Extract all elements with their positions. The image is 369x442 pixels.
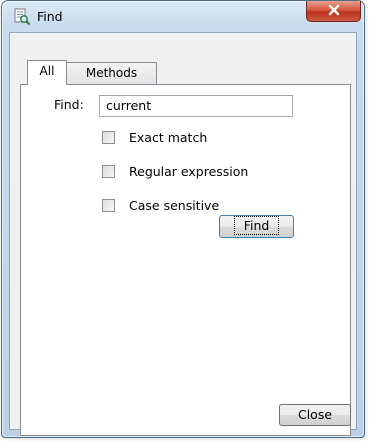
regular-expression-checkbox[interactable]: [102, 164, 115, 178]
tab-methods-label: Methods: [85, 66, 138, 80]
find-button-label: Find: [233, 216, 280, 235]
x-close-icon: [327, 4, 341, 19]
find-input-value: current: [106, 98, 152, 113]
exact-match-label: Exact match: [129, 129, 208, 145]
tab-all[interactable]: All: [27, 60, 67, 85]
close-button[interactable]: Close: [279, 404, 351, 426]
case-sensitive-checkbox[interactable]: [102, 198, 115, 212]
find-button[interactable]: Find: [219, 215, 294, 238]
exact-match-option[interactable]: Exact match: [102, 128, 207, 146]
case-sensitive-label: Case sensitive: [129, 197, 220, 213]
find-label: Find:: [54, 97, 84, 112]
tab-all-label: All: [39, 64, 55, 78]
find-dialog-window: Find All Methods Find: current Exact mat…: [1, 0, 365, 438]
exact-match-checkbox[interactable]: [102, 130, 115, 144]
find-input[interactable]: current: [99, 95, 293, 117]
tab-panel-all: Find: current Exact match Regular expres…: [20, 84, 351, 436]
tab-methods[interactable]: Methods: [66, 62, 157, 84]
window-title: Find: [37, 9, 63, 24]
dialog-client-area: All Methods Find: current Exact match Re…: [9, 32, 357, 436]
case-sensitive-option[interactable]: Case sensitive: [102, 196, 219, 214]
window-close-button[interactable]: [306, 1, 361, 22]
close-button-label: Close: [297, 407, 333, 422]
regular-expression-option[interactable]: Regular expression: [102, 162, 248, 180]
find-document-icon: [13, 8, 31, 26]
regular-expression-label: Regular expression: [129, 163, 249, 179]
